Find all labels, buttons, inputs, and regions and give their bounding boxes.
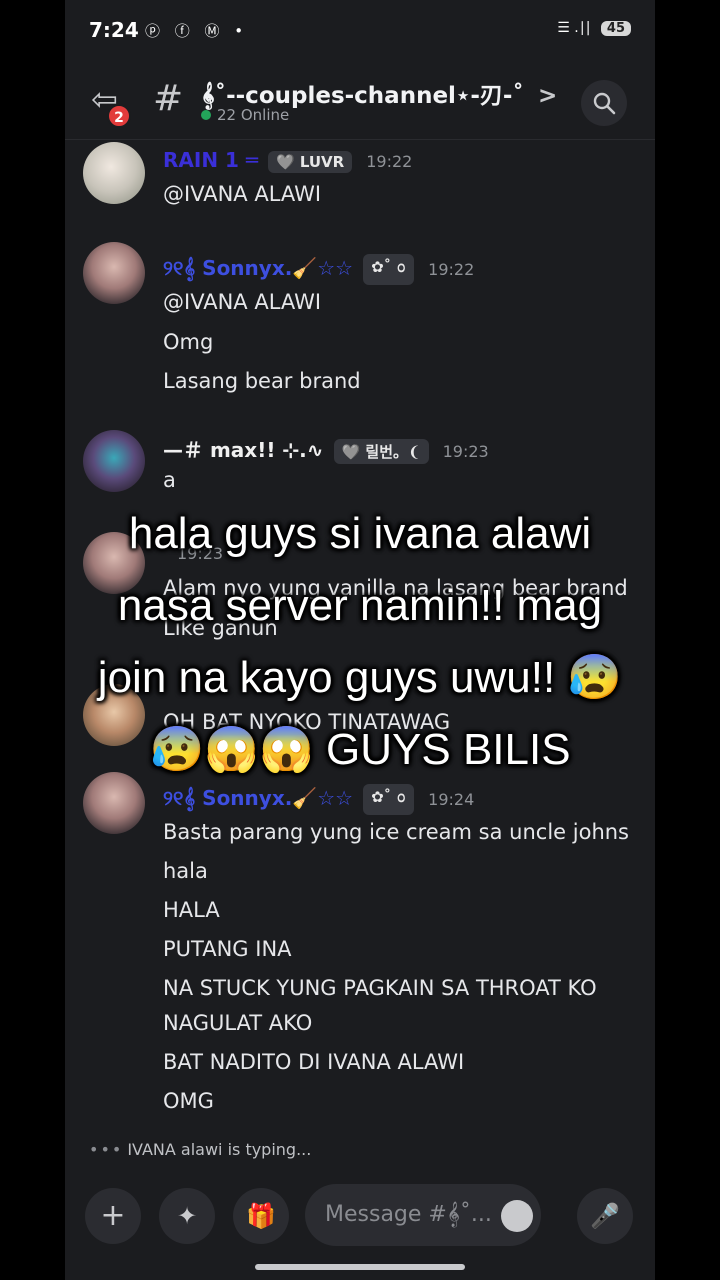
message-text: a: [163, 468, 176, 492]
avatar[interactable]: [83, 242, 145, 304]
author-name[interactable]: ୨୧𝄞 Sonnyx.🧹☆☆: [163, 256, 353, 280]
status-right: ☰ .∣| 45: [557, 20, 631, 36]
role-tag: ✿˚ ᭵: [363, 784, 415, 815]
channel-title[interactable]: 𝄞⃘˚--couples-channel⋆-刃-˚ >: [201, 76, 557, 110]
author-name[interactable]: ୨୧𝄞 Sonnyx.🧹☆☆: [163, 786, 353, 810]
online-label: 22 Online: [217, 106, 290, 124]
typing-text: IVANA alawi is typing...: [127, 1140, 312, 1159]
add-attachment-button[interactable]: +: [85, 1188, 141, 1244]
overlay-line: hala guys si ivana alawi: [128, 509, 592, 558]
overlay-caption: hala guys si ivana alawi nasa server nam…: [0, 498, 720, 786]
timestamp: 19:22: [366, 152, 413, 171]
message-text: @IVANA ALAWI: [163, 182, 322, 206]
message-header: ୨୧𝄞 Sonnyx.🧹☆☆ ✿˚ ᭵ 19:24: [163, 784, 474, 815]
message-text: Basta parang yung ice cream sa uncle joh…: [163, 820, 629, 844]
message-text: Omg: [163, 330, 214, 354]
chevron-right-icon: >: [537, 83, 558, 109]
timestamp: 19:24: [428, 790, 475, 809]
status-time: 7:24: [89, 18, 139, 42]
message-input[interactable]: Message #𝄞⃘˚...: [305, 1184, 541, 1246]
message-text: NA STUCK YUNG PAGKAIN SA THROAT KO: [163, 976, 597, 1000]
channel-header: ⇦ 2 # 𝄞⃘˚--couples-channel⋆-刃-˚ > 22 Onl…: [65, 62, 655, 140]
message-header: RAIN 1 ═ 🩶 LUVR 19:22: [163, 148, 412, 173]
notification-icons: ⓟ ⓕ Ⓜ •: [145, 22, 249, 40]
role-tag: 🩶 릴번。❨: [333, 439, 429, 464]
message-text: hala: [163, 859, 208, 883]
unread-badge: 2: [107, 104, 131, 128]
message-text: HALA: [163, 898, 220, 922]
role-tag: ✿˚ ᭵: [363, 254, 415, 285]
hash-icon: #: [153, 78, 184, 119]
timestamp: 19:23: [442, 442, 489, 461]
typing-indicator: ••• IVANA alawi is typing...: [89, 1140, 311, 1159]
overlay-line: join na kayo guys uwu!! 😰: [97, 653, 623, 702]
message-text: NAGULAT AKO: [163, 1011, 313, 1035]
avatar[interactable]: [83, 142, 145, 204]
overlay-line: nasa server namin!! mag: [117, 581, 603, 630]
timestamp: 19:22: [428, 260, 475, 279]
overlay-line: 😰😱😱 GUYS BILIS: [149, 725, 571, 774]
message-placeholder: Message #𝄞⃘˚...: [325, 1202, 492, 1227]
author-name[interactable]: RAIN 1 ═: [163, 148, 258, 172]
message-text: PUTANG INA: [163, 937, 292, 961]
emoji-icon[interactable]: [501, 1200, 533, 1232]
gift-button[interactable]: 🎁: [233, 1188, 289, 1244]
search-icon: [593, 92, 616, 115]
message-header: ୨୧𝄞 Sonnyx.🧹☆☆ ✿˚ ᭵ 19:22: [163, 254, 474, 285]
microphone-button[interactable]: 🎤: [577, 1188, 633, 1244]
message-text: @IVANA ALAWI: [163, 290, 322, 314]
battery-icon: 45: [600, 21, 631, 36]
message-text: Lasang bear brand: [163, 369, 361, 393]
author-name[interactable]: —＃ max!! ⊹.∿: [163, 438, 324, 462]
online-count: 22 Online: [201, 106, 289, 124]
avatar[interactable]: [83, 430, 145, 492]
message-text: OMG: [163, 1089, 214, 1113]
typing-dots-icon: •••: [89, 1140, 124, 1159]
role-tag: 🩶 LUVR: [267, 150, 353, 173]
home-indicator: [255, 1264, 465, 1270]
signal-icon: ☰ .∣|: [557, 20, 591, 36]
status-bar: 7:24 ⓟ ⓕ Ⓜ • ☰ .∣| 45: [65, 0, 655, 62]
apps-button[interactable]: ✦: [159, 1188, 215, 1244]
message-header: —＃ max!! ⊹.∿ 🩶 릴번。❨ 19:23: [163, 434, 489, 464]
online-dot-icon: [201, 110, 211, 120]
search-button[interactable]: [581, 80, 627, 126]
message-text: BAT NADITO DI IVANA ALAWI: [163, 1050, 465, 1074]
